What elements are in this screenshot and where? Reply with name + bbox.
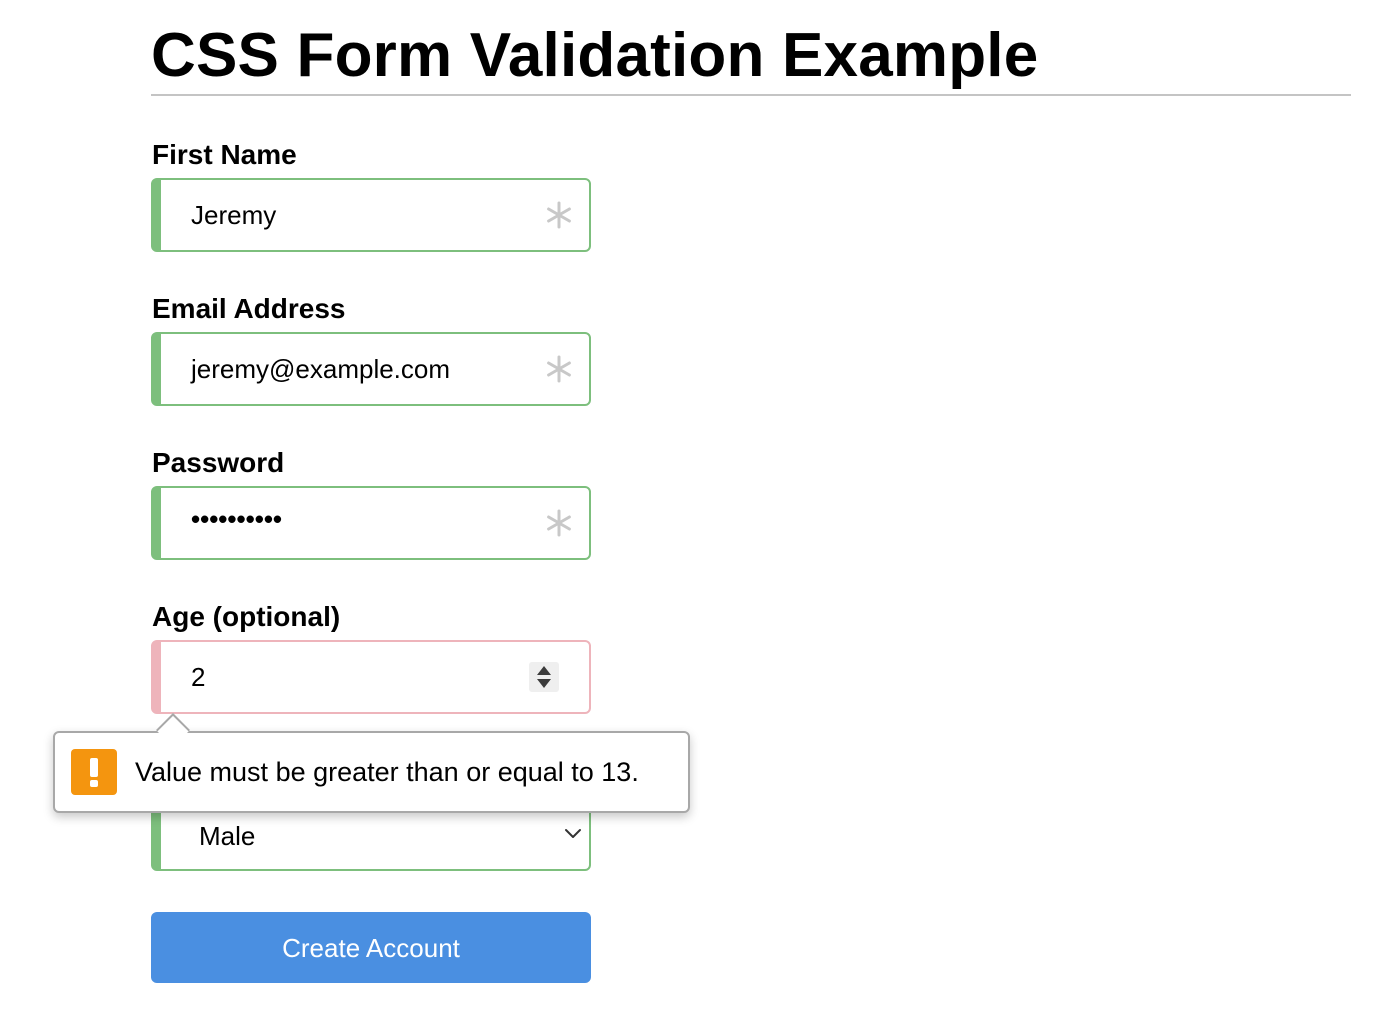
asterisk-icon xyxy=(547,509,571,537)
chevron-down-icon[interactable] xyxy=(563,823,583,843)
warning-icon xyxy=(71,749,117,795)
email-field[interactable]: jeremy@example.com xyxy=(151,332,591,406)
spinner-down-icon[interactable] xyxy=(537,679,551,688)
password-value[interactable]: •••••••••• xyxy=(191,484,282,554)
create-account-button[interactable]: Create Account xyxy=(151,912,591,983)
title-divider xyxy=(151,94,1351,96)
number-spinner[interactable] xyxy=(529,662,559,692)
password-label: Password xyxy=(152,447,285,478)
page-title: CSS Form Validation Example xyxy=(151,21,1039,90)
age-label: Age (optional) xyxy=(152,601,341,632)
asterisk-icon xyxy=(547,355,571,383)
email-value[interactable]: jeremy@example.com xyxy=(191,334,450,404)
age-value[interactable]: 2 xyxy=(191,642,205,712)
first-name-value[interactable]: Jeremy xyxy=(191,180,276,250)
validation-message: Value must be greater than or equal to 1… xyxy=(135,757,639,787)
password-field[interactable]: •••••••••• xyxy=(151,486,591,560)
page: CSS Form Validation Example First Name J… xyxy=(0,0,1390,1012)
email-label: Email Address xyxy=(152,293,346,324)
asterisk-icon xyxy=(547,201,571,229)
first-name-field[interactable]: Jeremy xyxy=(151,178,591,252)
validation-tooltip: Value must be greater than or equal to 1… xyxy=(53,713,690,813)
spinner-up-icon[interactable] xyxy=(537,666,551,675)
age-field[interactable]: 2 xyxy=(151,640,591,714)
first-name-label: First Name xyxy=(152,139,297,170)
